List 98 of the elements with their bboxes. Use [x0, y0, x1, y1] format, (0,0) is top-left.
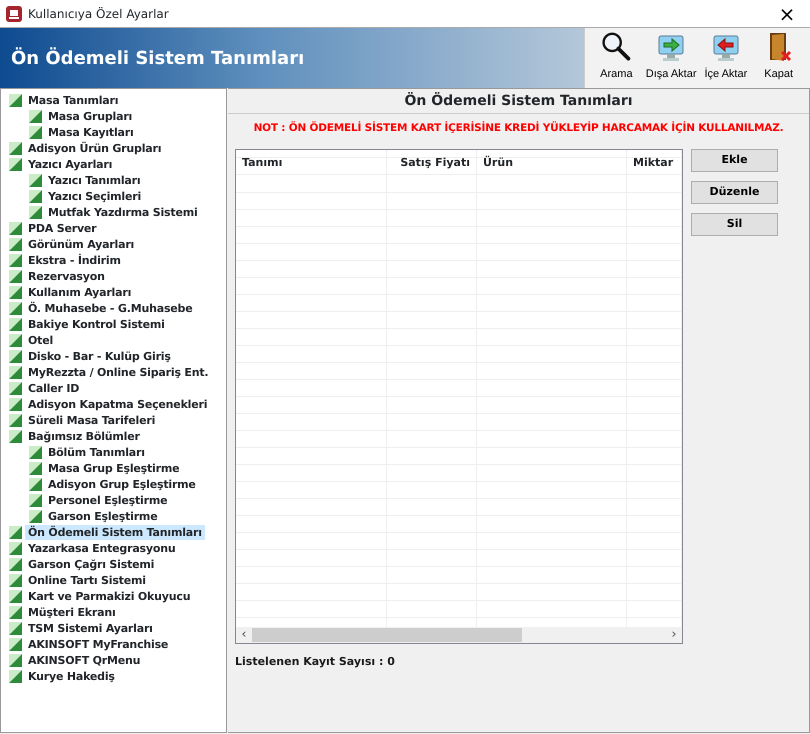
tree-item[interactable]: MyRezzta / Online Sipariş Ent.: [25, 364, 212, 380]
warning-note: NOT : ÖN ÖDEMELİ SİSTEM KART İÇERİSİNE KREDİ YÜKLEYİP HARCAMAK İÇİN KULLANILMAZ.: [252, 121, 784, 136]
tree-item[interactable]: Yazıcı Ayarları: [25, 156, 116, 172]
tree-node-icon: [9, 94, 22, 106]
tree-item[interactable]: Garson Eşleştirme: [45, 508, 160, 524]
window-title: Kullanıcıya Özel Ayarlar: [28, 6, 169, 22]
tree-node-icon: [29, 190, 42, 202]
tree-node-icon: [9, 542, 22, 554]
tree-item[interactable]: Adisyon Kapatma Seçenekleri: [25, 396, 210, 412]
tree-node-icon: [9, 414, 22, 426]
action-button[interactable]: Sil: [691, 212, 778, 236]
record-count: Listelenen Kayıt Sayısı : 0: [235, 654, 396, 670]
tree-node-icon: [29, 206, 42, 218]
tree-node-icon: [9, 270, 22, 282]
tree-item[interactable]: PDA Server: [25, 220, 100, 236]
tree-item[interactable]: Masa Tanımları: [25, 92, 122, 108]
tree-node-icon: [9, 606, 22, 618]
toolbar-button[interactable]: Arama: [591, 31, 642, 88]
tree-node-icon: [9, 526, 22, 538]
tree-item[interactable]: Online Tartı Sistemi: [25, 572, 149, 588]
tree-item[interactable]: Bölüm Tanımları: [45, 444, 148, 460]
tree-item[interactable]: Masa Grup Eşleştirme: [45, 460, 182, 476]
tree-item[interactable]: Ön Ödemeli Sistem Tanımları: [25, 524, 205, 540]
tree-node-icon: [29, 510, 42, 522]
tree-node-icon: [9, 622, 22, 634]
app-icon: [6, 6, 22, 22]
monitor-left-arrow-icon: [712, 34, 740, 62]
tree-item[interactable]: Personel Eşleştirme: [45, 492, 170, 508]
tree-node-icon: [29, 446, 42, 458]
tree-item[interactable]: Otel: [25, 332, 56, 348]
tree-node-icon: [9, 302, 22, 314]
panel-title: Ön Ödemeli Sistem Tanımları: [228, 89, 809, 114]
tree-item[interactable]: Masa Grupları: [45, 108, 136, 124]
tree-item[interactable]: Bakiye Kontrol Sistemi: [25, 316, 168, 332]
toolbar-button[interactable]: Dışa Aktar: [644, 31, 698, 88]
action-button[interactable]: Ekle: [691, 148, 778, 172]
tree-item[interactable]: Caller ID: [25, 380, 82, 396]
tree-item[interactable]: Kart ve Parmakizi Okuyucu: [25, 588, 194, 604]
search-icon: [600, 31, 632, 62]
tree-item[interactable]: Adisyon Ürün Grupları: [25, 140, 164, 156]
tree-node-icon: [9, 238, 22, 250]
tree-item[interactable]: Bağımsız Bölümler: [25, 428, 143, 444]
tree-item[interactable]: Garson Çağrı Sistemi: [25, 556, 158, 572]
tree-node-icon: [9, 590, 22, 602]
tree-item[interactable]: Süreli Masa Tarifeleri: [25, 412, 158, 428]
tree-item[interactable]: TSM Sistemi Ayarları: [25, 620, 156, 636]
scroll-thumb[interactable]: [252, 628, 522, 642]
tree-node-icon: [29, 478, 42, 490]
tree-node-icon: [9, 222, 22, 234]
tree-item[interactable]: Müşteri Ekranı: [25, 604, 119, 620]
tree-node-icon: [29, 110, 42, 122]
tree-node-icon: [9, 286, 22, 298]
tree-item[interactable]: Yazıcı Seçimleri: [45, 188, 144, 204]
tree-node-icon: [9, 398, 22, 410]
column-header[interactable]: Tanımı: [236, 150, 386, 176]
tree-node-icon: [29, 494, 42, 506]
tree-item[interactable]: Masa Kayıtları: [45, 124, 137, 140]
tree-item[interactable]: Görünüm Ayarları: [25, 236, 138, 252]
monitor-right-arrow-icon: [657, 34, 686, 62]
tree-item[interactable]: Rezervasyon: [25, 268, 108, 284]
tree-node-icon: [9, 334, 22, 346]
tree-node-icon: [9, 638, 22, 650]
tree-item[interactable]: AKINSOFT MyFranchise: [25, 636, 172, 652]
tree-node-icon: [9, 654, 22, 666]
toolbar-button[interactable]: Kapat: [753, 31, 804, 88]
tree-node-icon: [9, 158, 22, 170]
tree-item[interactable]: Kullanım Ayarları: [25, 284, 134, 300]
tree-item[interactable]: Kurye Hakediş: [25, 668, 118, 684]
tree-node-icon: [9, 574, 22, 586]
tree-node-icon: [9, 670, 22, 682]
tree-item[interactable]: Yazarkasa Entegrasyonu: [25, 540, 178, 556]
tree-item[interactable]: Adisyon Grup Eşleştirme: [45, 476, 199, 492]
close-button[interactable]: ×: [764, 0, 810, 27]
tree-node-icon: [9, 430, 22, 442]
tree-node-icon: [9, 318, 22, 330]
tree-item[interactable]: AKINSOFT QrMenu: [25, 652, 144, 668]
column-header[interactable]: Ürün: [477, 150, 626, 176]
tree-node-icon: [29, 126, 42, 138]
tree-item[interactable]: Yazıcı Tanımları: [45, 172, 144, 188]
tree-item[interactable]: Ekstra - İndirim: [25, 252, 124, 268]
tree-node-icon: [29, 462, 42, 474]
tree-node-icon: [29, 174, 42, 186]
tree-node-icon: [9, 366, 22, 378]
scroll-right-button[interactable]: ›: [666, 626, 682, 643]
tree-node-icon: [9, 558, 22, 570]
tree-node-icon: [9, 350, 22, 362]
tree-item[interactable]: Disko - Bar - Kulüp Giriş: [25, 348, 174, 364]
tree-item[interactable]: Mutfak Yazdırma Sistemi: [45, 204, 201, 220]
header-title: Ön Ödemeli Sistem Tanımları: [0, 28, 584, 88]
tree-node-icon: [9, 254, 22, 266]
column-header[interactable]: Satış Fiyatı: [387, 150, 476, 176]
tree-item[interactable]: Ö. Muhasebe - G.Muhasebe: [25, 300, 196, 316]
scroll-left-button[interactable]: ‹: [236, 626, 252, 643]
column-header[interactable]: Miktar: [627, 150, 681, 176]
tree-node-icon: [9, 142, 22, 154]
toolbar-button[interactable]: İçe Aktar: [700, 31, 752, 88]
tree-node-icon: [9, 382, 22, 394]
action-button[interactable]: Düzenle: [691, 180, 778, 204]
